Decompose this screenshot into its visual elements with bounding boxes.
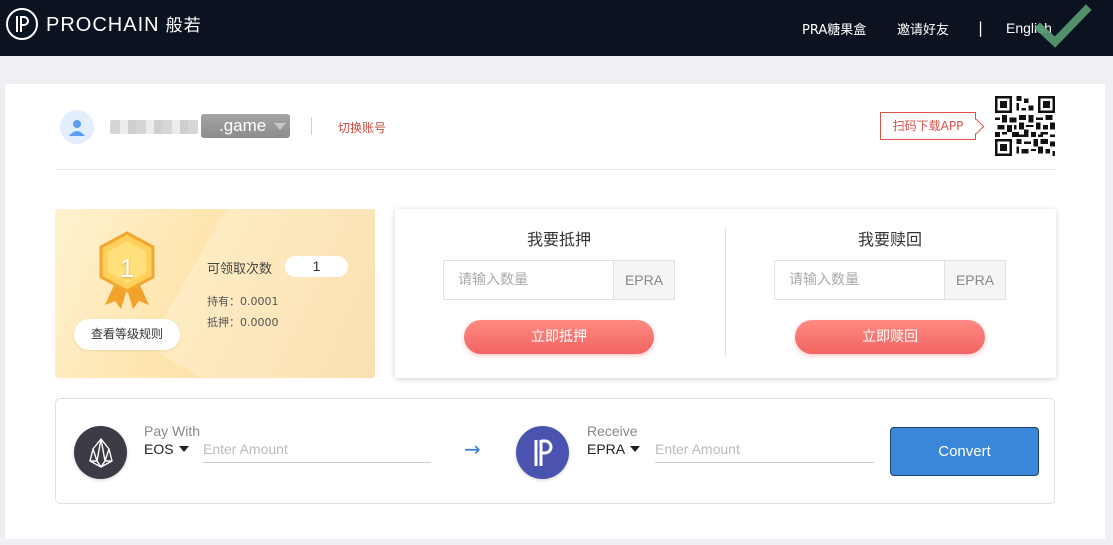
holding-amount: 持有：0.0001 [207,295,279,308]
pay-currency-select[interactable]: EOS [144,441,189,457]
eos-coin-icon [74,426,127,479]
epra-coin-icon [516,426,569,479]
logo-text: PROCHAIN 般若 [46,14,202,36]
user-icon [69,120,85,136]
redeem-now-button[interactable]: 立即赎回 [795,320,985,354]
pay-with-label: Pay With [144,423,201,439]
qr-code-icon [995,96,1055,156]
pledge-unit: EPRA [613,261,674,299]
stake-panel: 我要抵押 请输入数量 EPRA 立即抵押 我要赎回 请输入数量 EPRA 立即赎… [395,209,1056,378]
blurred-account-name [110,120,198,134]
pledge-now-button[interactable]: 立即抵押 [464,320,654,354]
nav-separator: | [978,19,984,37]
claimable-times-label: 可领取次数 [207,262,273,277]
receive-amount-input[interactable]: Enter Amount [655,439,874,463]
pay-amount-input[interactable]: Enter Amount [203,439,431,463]
checkmark-icon [1034,4,1092,48]
caret-down-icon [178,446,189,452]
account-suffix-dropdown[interactable]: .game [201,114,290,138]
convert-panel: Pay With EOS Enter Amount → Receive EPRA… [55,398,1055,504]
pledge-amount-field[interactable]: 请输入数量 [444,261,613,299]
pledge-amount-input[interactable]: 请输入数量 EPRA [443,260,675,300]
level-number: 1 [119,253,135,283]
redeem-amount-input[interactable]: 请输入数量 EPRA [774,260,1006,300]
caret-down-icon [630,446,641,452]
nav-candy-box[interactable]: PRA糖果盒 [802,0,866,56]
switch-account-link[interactable]: 切换账号 [338,119,386,136]
scan-download-app-tag: 扫码下载APP [880,112,976,140]
convert-button[interactable]: Convert [890,427,1039,476]
level-card: 1 查看等级规则 可领取次数 1 持有：0.0001 抵押：0.0000 [55,209,375,378]
user-info-row: .game 切换账号 扫码下载APP [55,96,1055,170]
avatar [60,110,94,144]
redeem-amount-field[interactable]: 请输入数量 [775,261,944,299]
pledge-title: 我要抵押 [527,230,592,249]
nav-invite-friends[interactable]: 邀请好友 [897,0,949,56]
view-level-rules-button[interactable]: 查看等级规则 [74,319,180,350]
prochain-logo[interactable]: PROCHAIN 般若 [6,8,202,40]
divider [311,117,312,135]
redeem-unit: EPRA [944,261,1005,299]
divider [725,227,726,357]
redeem-title: 我要赎回 [858,230,923,249]
pledged-amount: 抵押：0.0000 [207,316,279,329]
receive-currency-select[interactable]: EPRA [587,441,641,457]
prochain-logo-icon [6,8,38,40]
chevron-down-icon [274,123,286,130]
claimable-times-value: 1 [285,256,348,277]
arrow-right-icon: → [464,437,481,461]
receive-label: Receive [587,423,638,439]
top-navigation-bar: PROCHAIN 般若 PRA糖果盒 邀请好友 | English [0,0,1113,56]
